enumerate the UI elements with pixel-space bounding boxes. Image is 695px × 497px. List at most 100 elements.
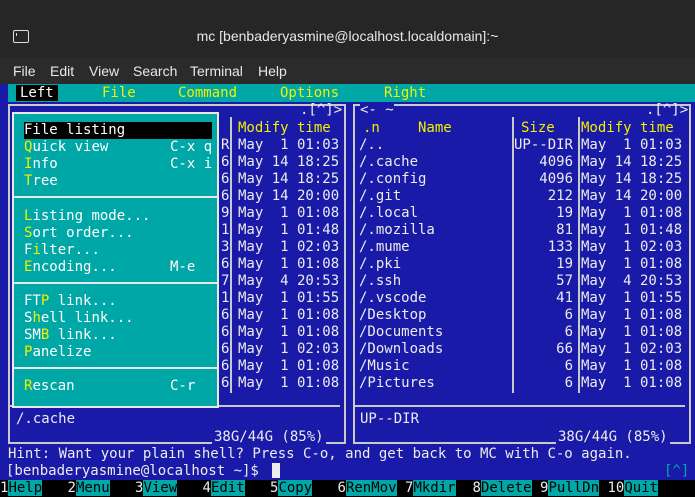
left-size-cell: 9 [221,205,230,221]
dropdown-item-tree[interactable]: Tree [24,173,58,189]
left-status: /.cache [16,411,76,427]
file-row[interactable]: /.git 212 May 14 20:00 [359,188,689,205]
fkey-number: 8 [472,480,481,496]
file-name: /Music [359,358,410,374]
left-size-cell: 1 [221,290,230,306]
menu-terminal[interactable]: Terminal [190,63,243,79]
dropdown-item-label: Rescan [24,378,75,394]
dropdown-item-sort-order[interactable]: Sort order... [24,225,134,241]
dropdown-item-ftp-link[interactable]: FTP link... [24,293,117,309]
left-time-cell: May 1 01:08 [238,375,340,391]
dropdown-item-panelize[interactable]: Panelize [24,344,91,360]
mc-menu-command[interactable]: Command [178,85,237,101]
left-size-cell: 6 [221,375,230,391]
file-row[interactable]: /.. UP--DIR May 1 01:03 [359,137,689,154]
file-size: 6 [564,307,573,323]
file-row[interactable]: /.pki 19 May 1 01:08 [359,256,689,273]
file-mtime: May 1 01:03 [581,137,683,153]
left-panel-indicator[interactable]: .[^]> [300,102,342,119]
shell-prompt[interactable]: [benbaderyasmine@localhost ~]$ [6,463,259,480]
menu-edit[interactable]: Edit [50,63,74,79]
right-col-size[interactable]: Size [521,120,555,137]
fkey-edit[interactable]: 4Edit [203,480,245,496]
menu-view[interactable]: View [89,63,119,79]
file-mtime: May 1 01:48 [581,222,683,238]
file-name: /.mume [359,239,410,255]
left-time-cell: May 1 01:08 [238,307,340,323]
fkey-number: 4 [202,480,211,496]
file-row[interactable]: /Downloads 66 May 1 02:03 [359,341,689,358]
right-col-name[interactable]: Name [418,120,452,137]
file-name: /.mozilla [359,222,435,238]
function-key-bar: 1Help 2Menu 3View 4Edit 5Copy 6RenMov 7Mk… [0,480,695,497]
fkey-label: Mkdir [413,480,456,496]
file-name: /Documents [359,324,444,340]
fkey-pulldn[interactable]: 9PullDn [540,480,600,496]
right-col-modify[interactable]: Modify time [581,120,674,137]
mc-menu-file[interactable]: File [102,85,136,101]
mc-menu-right[interactable]: Right [384,85,426,101]
file-name: /.config [359,171,427,187]
left-time-column: May 1 01:03 May 14 18:25 May 14 18:25 May 1… [238,137,339,392]
file-mtime: May 1 02:03 [581,239,683,255]
fkey-quit[interactable]: 10Quit [608,480,659,496]
dropdown-item-encoding[interactable]: Encoding... [24,259,117,275]
fkey-help[interactable]: 1Help [0,480,43,496]
mc-menu-options[interactable]: Options [280,85,339,101]
file-row[interactable]: /Desktop 6 May 1 01:08 [359,307,689,324]
dropdown-item-listing-mode[interactable]: Listing mode... [24,208,150,224]
dropdown-item-filter[interactable]: Filter... [24,242,100,258]
file-name: /Pictures [359,375,435,391]
dropdown-item-label: Info [24,156,58,172]
file-row[interactable]: /.local 19 May 1 01:08 [359,205,689,222]
dropdown-shortcut: M-e [170,259,196,275]
file-row[interactable]: /.mume 133 May 1 02:03 [359,239,689,256]
file-name: /Desktop [359,307,427,323]
fkey-renmov[interactable]: 6RenMov [338,480,397,496]
fkey-delete[interactable]: 8Delete [473,480,532,496]
dropdown-item-smb-link[interactable]: SMB link... [24,327,117,343]
left-time-cell: May 14 18:25 [238,154,340,170]
file-row[interactable]: /.config 4096 May 14 18:25 [359,171,689,188]
file-row[interactable]: /.cache 4096 May 14 18:25 [359,154,689,171]
dropdown-item-rescan[interactable]: Rescan [24,378,75,394]
prompt-indicator[interactable]: [^] [664,463,689,480]
right-file-list: /.. UP--DIR May 1 01:03 /.cache 4096 May 14 1… [359,137,689,397]
left-size-cell: 6 [221,324,230,340]
fkey-copy[interactable]: 5Copy [270,480,313,496]
dropdown-item-quick-view[interactable]: Quick view [24,139,108,155]
fkey-mkdir[interactable]: 7Mkdir [405,480,456,496]
right-panel-nav[interactable]: <- ~ [360,102,394,119]
file-row[interactable]: /Pictures 6 May 1 01:08 [359,375,689,392]
fkey-view[interactable]: 3View [135,480,178,496]
fkey-label: Copy [278,480,313,496]
menu-help[interactable]: Help [258,63,287,79]
right-panel-indicator[interactable]: .[^]> [646,102,688,119]
hint-line: Hint: Want your plain shell? Press C-o, … [8,446,632,462]
file-row[interactable]: /.vscode 41 May 1 01:55 [359,290,689,307]
fkey-number: 10 [607,480,625,496]
file-size: 6 [564,324,573,340]
left-col-modify[interactable]: Modify time [238,120,331,137]
left-time-cell: May 1 01:55 [238,290,340,306]
dropdown-item-file-listing[interactable]: File listing [24,122,125,138]
fkey-menu[interactable]: 2Menu [68,480,110,496]
menu-search[interactable]: Search [133,63,177,79]
dropdown-item-shell-link[interactable]: Shell link... [24,310,134,326]
mc-menu-left[interactable]: Left [16,85,58,101]
text-cursor [272,463,280,478]
file-row[interactable]: /Documents 6 May 1 01:08 [359,324,689,341]
right-col-n[interactable]: .n [363,120,380,137]
menu-file[interactable]: File [13,63,36,79]
left-size-cell: 6 [221,358,230,374]
file-mtime: May 1 01:08 [581,205,683,221]
dropdown-item-info[interactable]: Info [24,156,58,172]
file-row[interactable]: /.ssh 57 May 4 20:53 [359,273,689,290]
dropdown-item-label: Shell link... [24,310,134,326]
file-size: 19 [556,205,573,221]
left-size-cell: 6 [221,171,230,187]
file-mtime: May 1 01:08 [581,324,683,340]
file-name: /.. [359,137,385,153]
file-row[interactable]: /Music 6 May 1 01:08 [359,358,689,375]
file-row[interactable]: /.mozilla 81 May 1 01:48 [359,222,689,239]
